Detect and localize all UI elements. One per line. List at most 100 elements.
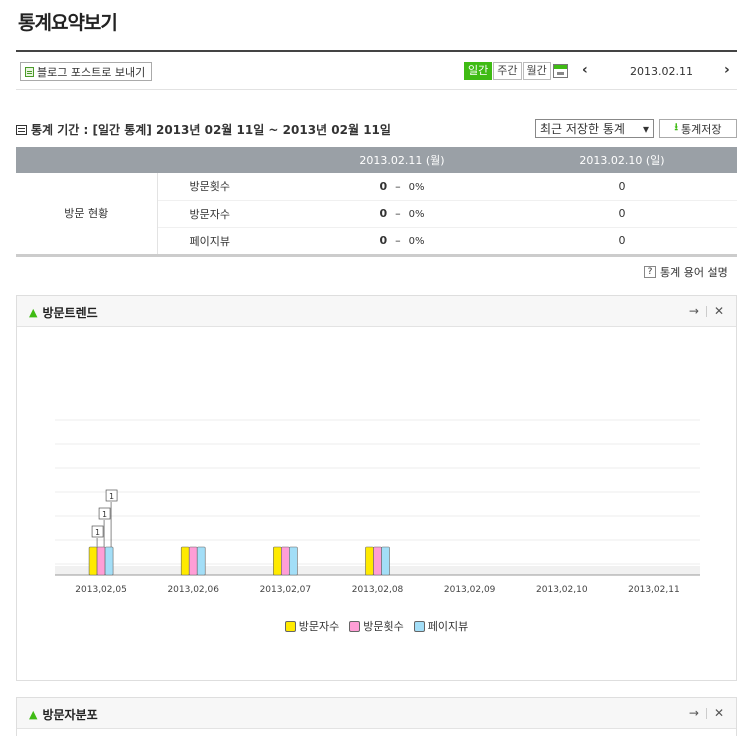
chart-bar (88, 546, 98, 576)
legend-label: 페이지뷰 (427, 620, 469, 633)
trend-title: 방문트렌드 (42, 306, 98, 320)
x-tick-label: 2013,02,07 (260, 585, 312, 595)
chart-bar (373, 546, 382, 576)
legend-swatch (413, 620, 425, 632)
legend-item: 방문횟수 (349, 618, 404, 634)
group-label: 방문 현황 (16, 173, 158, 255)
arrow-right-icon[interactable]: → (689, 706, 699, 720)
x-tick-label: 2013,02,09 (444, 585, 496, 595)
table-header-row: 2013.02.11 (월) 2013.02.10 (일) (16, 147, 737, 173)
glossary-link[interactable]: ? 통계 용어 설명 (644, 264, 728, 280)
value: 0 (379, 179, 388, 193)
metric-label: 방문횟수 (157, 173, 297, 201)
divider (705, 707, 707, 719)
list-icon (16, 124, 27, 135)
dash-icon: – (395, 207, 401, 220)
chart-bar (96, 546, 106, 576)
period-range: 통계 기간 : [일간 통계] 2013년 02월 11일 ~ 2013년 02… (16, 121, 391, 138)
data-label: 1 (102, 510, 107, 519)
x-tick-label: 2013,02,05 (75, 585, 127, 595)
metric-label: 페이지뷰 (157, 227, 297, 255)
period-range-text: 통계 기간 : [일간 통계] 2013년 02월 11일 ~ 2013년 02… (31, 123, 391, 137)
prev-value: 0 (507, 173, 737, 201)
blog-export-label: 블로그 포스트로 보내기 (37, 65, 146, 79)
current-date: 2013.02.11 (630, 65, 693, 78)
legend-item: 방문자수 (284, 618, 340, 634)
trend-panel: ▲ 방문트렌드 → ✕ 2013,02,05 2013,02,06 2013,02,… (16, 295, 737, 681)
chevron-left-icon[interactable]: ‹ (582, 62, 588, 78)
title-divider (16, 50, 737, 52)
prev-value: 0 (507, 227, 737, 255)
metric-value: 0–0% (297, 173, 507, 201)
panel-title[interactable]: ▲ 방문트렌드 (29, 304, 98, 321)
tab-monthly[interactable]: 월간 (522, 62, 551, 80)
trend-chart: 2013,02,05 2013,02,06 2013,02,07 2013,02,08… (55, 419, 700, 595)
panel-actions: → ✕ (689, 706, 724, 720)
chevron-right-icon[interactable]: › (724, 62, 730, 78)
help-icon: ? (644, 266, 656, 278)
tab-daily[interactable]: 일간 (464, 62, 493, 80)
chart-bar (281, 546, 290, 576)
x-tick-label: 2013,02,08 (352, 585, 404, 595)
change-percent: 0% (408, 236, 425, 247)
dash-icon: – (395, 234, 401, 247)
value: 0 (379, 234, 388, 247)
table-row: 방문 현황 방문횟수 0–0% 0 (16, 173, 737, 255)
chart-bar (188, 546, 198, 576)
caret-up-icon[interactable]: ▲ (29, 708, 37, 721)
save-stats-label: 통계저장 (681, 122, 722, 136)
tab-weekly[interactable]: 주간 (493, 62, 522, 80)
table-header (16, 147, 157, 173)
period-row: 통계 기간 : [일간 통계] 2013년 02월 11일 ~ 2013년 02… (16, 118, 737, 140)
caret-up-icon[interactable]: ▲ (29, 306, 37, 319)
summary-table: 2013.02.11 (월) 2013.02.10 (일) 방문 현황 방문횟수… (16, 147, 737, 255)
panel-title[interactable]: ▲ 방문자분포 (29, 706, 98, 723)
table-header (157, 147, 297, 173)
download-icon: ⭳ (674, 122, 679, 133)
legend-item: 페이지뷰 (413, 618, 469, 634)
table-header-prev-date: 2013.02.10 (일) (507, 147, 737, 173)
close-icon[interactable]: ✕ (714, 304, 724, 318)
metric-value: 0–0% (297, 227, 507, 255)
table-header-current-date: 2013.02.11 (월) (297, 147, 507, 173)
panel-header: ▲ 방문트렌드 → ✕ (17, 296, 736, 327)
dash-icon: – (395, 179, 401, 193)
chart-bar (381, 546, 390, 576)
table-bottom-rule (16, 254, 737, 257)
saved-stats-value: 최근 저장한 통계 (540, 122, 625, 136)
caret-down-icon: ▾ (642, 121, 649, 136)
chart-bar (196, 546, 206, 576)
legend-swatch (349, 620, 361, 632)
legend-label: 방문횟수 (363, 620, 404, 633)
calendar-icon[interactable] (553, 64, 568, 78)
chart-bar (104, 546, 114, 576)
saved-stats-select[interactable]: 최근 저장한 통계 ▾ (535, 119, 654, 138)
panel-header: ▲ 방문자분포 → ✕ (17, 698, 736, 729)
page-title: 통계요약보기 (18, 12, 118, 34)
change-percent: 0% (408, 209, 425, 220)
x-tick-label: 2013,02,11 (628, 585, 680, 595)
metric-value: 0–0% (297, 200, 507, 228)
blog-export-button[interactable]: 블로그 포스트로 보내기 (20, 62, 153, 81)
chart-legend: 방문자수 방문횟수 페이지뷰 (17, 618, 736, 634)
distribution-title: 방문자분포 (42, 708, 98, 722)
toolbar: 블로그 포스트로 보내기 일간 주간 월간 ‹ 2013.02.11 › (16, 54, 737, 90)
divider (705, 305, 707, 317)
panel-actions: → ✕ (689, 304, 724, 318)
x-tick-label: 2013,02,06 (167, 585, 219, 595)
glossary-label: 통계 용어 설명 (660, 266, 728, 279)
arrow-right-icon[interactable]: → (689, 304, 699, 318)
legend-label: 방문자수 (298, 620, 340, 633)
save-stats-button[interactable]: ⭳ 통계저장 (659, 119, 737, 138)
prev-value: 0 (507, 200, 737, 228)
chart-bar (180, 546, 190, 576)
value: 0 (379, 207, 388, 220)
x-tick-label: 2013,02,10 (536, 585, 588, 595)
data-label: 1 (95, 528, 100, 537)
data-label: 1 (109, 492, 114, 501)
distribution-panel: ▲ 방문자분포 → ✕ (16, 697, 737, 736)
chart-bar (365, 546, 374, 576)
change-percent: 0% (408, 181, 425, 193)
legend-swatch (284, 620, 296, 632)
close-icon[interactable]: ✕ (714, 706, 724, 720)
